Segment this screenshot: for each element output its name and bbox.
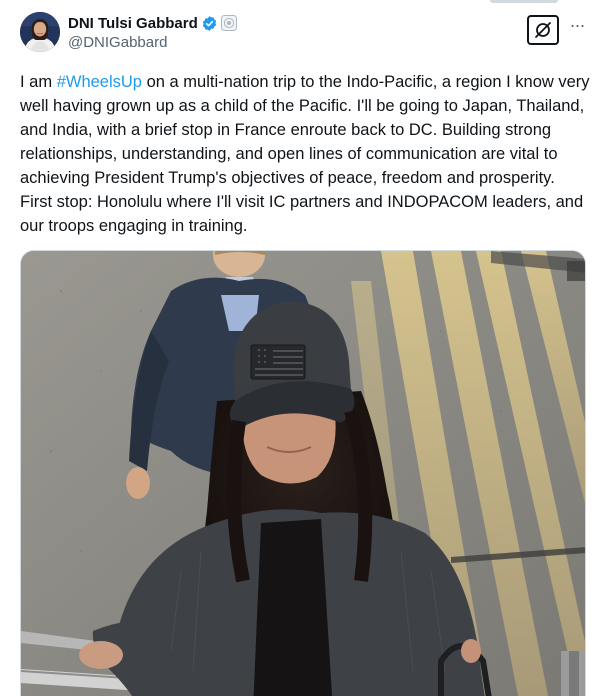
display-name[interactable]: DNI Tulsi Gabbard xyxy=(68,15,198,32)
avatar[interactable] xyxy=(20,12,60,52)
grok-icon xyxy=(535,22,551,38)
tweet-text-body: on a multi-nation trip to the Indo-Pacif… xyxy=(20,73,590,235)
government-badge-icon[interactable] xyxy=(220,15,237,31)
verified-icon[interactable] xyxy=(201,15,218,32)
tweet-text-lead: I am xyxy=(20,73,57,91)
tab-stub xyxy=(490,0,558,3)
tweet-media-image[interactable] xyxy=(20,250,586,696)
user-handle[interactable]: @DNIGabbard xyxy=(68,34,237,51)
tweet-card: DNI Tulsi Gabbard @DNIGabbard ··· I am #… xyxy=(0,0,608,696)
tweet-header: DNI Tulsi Gabbard @DNIGabbard xyxy=(68,13,237,51)
more-options-icon[interactable]: ··· xyxy=(566,16,588,38)
top-edge xyxy=(0,0,608,6)
grok-button[interactable] xyxy=(527,15,559,45)
hashtag-link[interactable]: #WheelsUp xyxy=(57,73,142,91)
tweet-text: I am #WheelsUp on a multi-nation trip to… xyxy=(20,70,590,238)
avatar-image xyxy=(20,12,60,52)
photo-illustration xyxy=(21,251,585,696)
name-row: DNI Tulsi Gabbard xyxy=(68,13,237,33)
